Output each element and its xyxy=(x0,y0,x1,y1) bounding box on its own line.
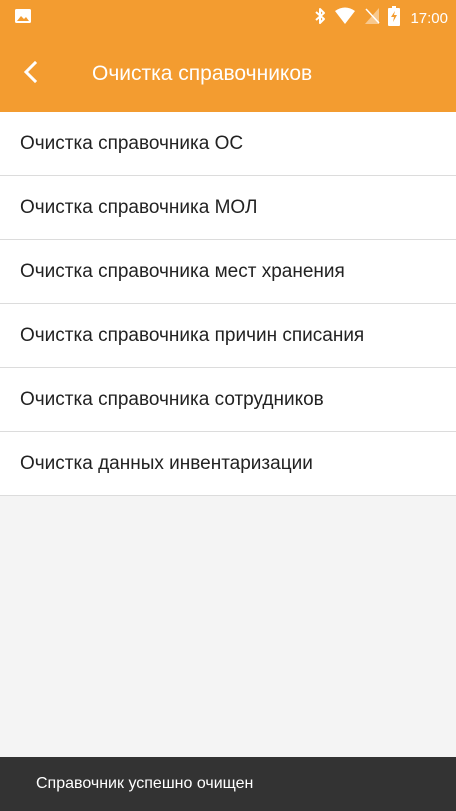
list-item-clear-mol[interactable]: Очистка справочника МОЛ xyxy=(0,176,456,240)
menu-list: Очистка справочника ОС Очистка справочни… xyxy=(0,112,456,496)
list-item-clear-employees[interactable]: Очистка справочника сотрудников xyxy=(0,368,456,432)
bluetooth-icon xyxy=(314,7,326,30)
snackbar: Справочник успешно очищен xyxy=(0,757,456,811)
list-item-label: Очистка справочника мест хранения xyxy=(20,260,345,282)
list-item-label: Очистка справочника МОЛ xyxy=(20,196,258,218)
list-item-clear-inventory-data[interactable]: Очистка данных инвентаризации xyxy=(0,432,456,496)
list-item-label: Очистка справочника ОС xyxy=(20,132,244,154)
list-item-clear-writeoff-reasons[interactable]: Очистка справочника причин списания xyxy=(0,304,456,368)
image-icon xyxy=(14,8,32,29)
no-sim-icon xyxy=(364,7,381,30)
list-item-label: Очистка справочника причин списания xyxy=(20,324,365,346)
screen: 17:00 Очистка справочников Очистка справ… xyxy=(0,0,456,811)
status-time: 17:00 xyxy=(410,9,448,27)
battery-charging-icon xyxy=(388,5,401,31)
app-bar: Очистка справочников xyxy=(0,36,456,112)
back-button[interactable] xyxy=(0,36,60,112)
status-bar: 17:00 xyxy=(0,0,456,36)
list-item-label: Очистка справочника сотрудников xyxy=(20,388,324,410)
list-item-clear-storage-places[interactable]: Очистка справочника мест хранения xyxy=(0,240,456,304)
list-item-clear-os[interactable]: Очистка справочника ОС xyxy=(0,112,456,176)
wifi-icon xyxy=(334,7,356,30)
list-item-label: Очистка данных инвентаризации xyxy=(20,452,313,474)
page-title: Очистка справочников xyxy=(92,62,313,85)
status-left xyxy=(14,8,32,29)
snackbar-message: Справочник успешно очищен xyxy=(36,775,254,792)
back-arrow-icon xyxy=(23,60,38,88)
status-right: 17:00 xyxy=(314,5,448,31)
